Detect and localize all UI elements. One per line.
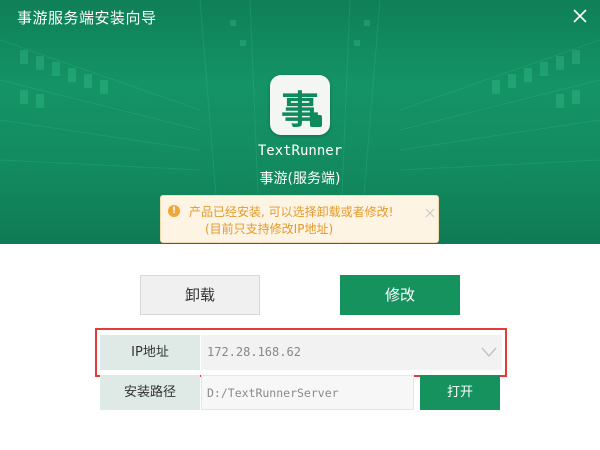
install-path-value: D:/TextRunnerServer — [207, 386, 339, 400]
install-path-field[interactable]: D:/TextRunnerServer — [201, 375, 414, 410]
app-name: TextRunner — [257, 143, 343, 159]
close-icon — [573, 9, 587, 23]
ip-address-label: IP地址 — [100, 335, 200, 370]
app-subtitle: 事游(服务端) — [259, 171, 341, 187]
close-button[interactable] — [569, 5, 591, 27]
warning-icon: ! — [168, 205, 180, 217]
ip-address-select[interactable]: 172.28.168.62 — [201, 335, 502, 370]
installer-window: 事游服务端安装向导 事 TextRunner 事游(服务端) ! 产品已经安装,… — [0, 0, 600, 450]
ip-address-value: 172.28.168.62 — [207, 345, 301, 359]
modify-button[interactable]: 修改 — [340, 275, 460, 315]
window-title: 事游服务端安装向导 — [17, 9, 157, 27]
notice-dismiss-button[interactable] — [425, 203, 435, 218]
installed-notice: ! 产品已经安装, 可以选择卸载或者修改! (目前只支持修改IP地址) — [160, 195, 439, 243]
open-folder-button[interactable]: 打开 — [420, 375, 500, 410]
notice-line-1: 产品已经安装, 可以选择卸载或者修改! — [189, 205, 394, 219]
uninstall-button[interactable]: 卸载 — [140, 275, 260, 315]
app-logo: 事 — [270, 75, 330, 135]
install-path-label: 安装路径 — [100, 375, 200, 410]
chevron-down-icon — [481, 347, 497, 358]
app-logo-badge — [310, 115, 322, 127]
notice-line-2: (目前只支持修改IP地址) — [205, 222, 334, 236]
close-icon — [425, 208, 435, 218]
